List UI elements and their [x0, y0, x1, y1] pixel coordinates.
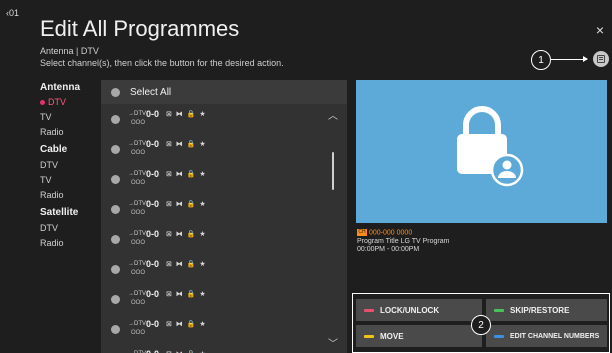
- channel-status-icons: ⊠ ⧓ 🔒 ★: [166, 201, 207, 208]
- callout-1-arrow: [583, 56, 588, 62]
- channel-name: OOO: [131, 210, 146, 216]
- instruction-text: Select channel(s), then click the button…: [40, 58, 284, 68]
- channel-type: →DTV: [128, 201, 146, 207]
- channel-radio[interactable]: [111, 115, 120, 124]
- channel-status-icons: ⊠ ⧓ 🔒 ★: [166, 141, 207, 148]
- channel-number: 0-0: [146, 139, 160, 149]
- channel-number-tag: ‹01: [6, 8, 20, 18]
- program-number: CH 000-000 0000: [357, 229, 413, 237]
- category-antenna-radio[interactable]: Radio: [40, 127, 64, 137]
- green-key-icon: [494, 308, 504, 312]
- channel-number: 0-0: [146, 319, 160, 329]
- channel-number: 0-0: [146, 229, 160, 239]
- more-menu-icon: [597, 55, 605, 63]
- channel-radio[interactable]: [111, 235, 120, 244]
- category-satellite-radio[interactable]: Radio: [40, 238, 64, 248]
- category-cable-tv[interactable]: TV: [40, 175, 52, 185]
- lock-unlock-button[interactable]: LOCK/UNLOCK: [356, 299, 482, 321]
- scroll-up-icon[interactable]: ︿: [328, 107, 338, 122]
- channel-name: OOO: [131, 240, 146, 246]
- category-antenna-dtv[interactable]: DTV: [40, 97, 66, 107]
- channel-status-icons: ⊠ ⧓ 🔒 ★: [166, 321, 207, 328]
- category-antenna[interactable]: Antenna: [40, 82, 80, 93]
- preview-window: [356, 80, 607, 223]
- channel-status-icons: ⊠ ⧓ 🔒 ★: [166, 171, 207, 178]
- red-key-icon: [364, 308, 374, 312]
- category-satellite[interactable]: Satellite: [40, 207, 78, 218]
- channel-number: 0-0: [146, 169, 160, 179]
- scroll-down-icon[interactable]: ﹀: [328, 335, 338, 350]
- channel-radio[interactable]: [111, 145, 120, 154]
- channel-status-icons: ⊠ ⧓ 🔒 ★: [166, 231, 207, 238]
- channel-type: →DTV: [128, 321, 146, 327]
- channel-type: →DTV: [128, 141, 146, 147]
- edit-channel-numbers-button[interactable]: EDIT CHANNEL NUMBERS: [486, 325, 607, 347]
- channel-number: 0-0: [146, 259, 160, 269]
- channel-name: OOO: [131, 120, 146, 126]
- channel-name: OOO: [131, 330, 146, 336]
- channel-number: 0-0: [146, 349, 159, 353]
- channel-name: OOO: [131, 300, 146, 306]
- selected-dot-icon: [40, 100, 45, 106]
- channel-radio[interactable]: [111, 205, 120, 214]
- channel-status-icons: ⊠ ⧓ 🔒 ★: [166, 261, 207, 268]
- channel-name: OOO: [131, 150, 146, 156]
- program-badge-icon: CH: [357, 229, 367, 236]
- category-satellite-dtv[interactable]: DTV: [40, 223, 58, 233]
- channel-radio[interactable]: [111, 175, 120, 184]
- channel-type: →DTV: [128, 291, 146, 297]
- channel-radio[interactable]: [111, 265, 120, 274]
- channel-number: 0-0: [146, 289, 160, 299]
- skip-restore-button[interactable]: SKIP/RESTORE: [486, 299, 607, 321]
- move-button[interactable]: MOVE: [356, 325, 482, 347]
- page-title: Edit All Programmes: [40, 16, 240, 41]
- category-antenna-tv[interactable]: TV: [40, 112, 52, 122]
- program-time: 00:00PM - 00:00PM: [357, 246, 420, 253]
- channel-number: 0-0: [146, 199, 160, 209]
- channel-radio[interactable]: [111, 325, 120, 334]
- category-cable-radio[interactable]: Radio: [40, 190, 64, 200]
- channel-status-icons: ⊠ ⧓ 🔒 ★: [166, 111, 207, 118]
- close-button[interactable]: ×: [596, 22, 604, 38]
- channel-name: OOO: [131, 180, 146, 186]
- yellow-key-icon: [364, 334, 374, 338]
- select-all-label: Select All: [130, 87, 172, 98]
- category-cable-dtv[interactable]: DTV: [40, 160, 58, 170]
- channel-status-icons: ⊠ ⧓ 🔒 ★: [166, 291, 207, 298]
- channel-name: OOO: [131, 270, 146, 276]
- scrollbar[interactable]: [332, 152, 334, 190]
- category-cable[interactable]: Cable: [40, 144, 67, 155]
- callout-2: 2: [471, 315, 491, 335]
- channel-number: 0-0: [146, 109, 160, 119]
- blue-key-icon: [494, 334, 504, 338]
- channel-type: →DTV: [128, 111, 146, 117]
- select-all-radio[interactable]: [111, 88, 120, 97]
- channel-type: →DTV: [128, 231, 146, 237]
- channel-type: →DTV: [128, 261, 146, 267]
- callout-1-line: [551, 59, 587, 60]
- locked-user-icon: [457, 106, 524, 187]
- source-path: Antenna | DTV: [40, 46, 99, 56]
- program-title: Program Title LG TV Program: [357, 238, 450, 245]
- more-menu-button[interactable]: [593, 51, 609, 67]
- callout-1: 1: [531, 50, 551, 70]
- channel-type: →DTV: [128, 171, 146, 177]
- channel-radio[interactable]: [111, 295, 120, 304]
